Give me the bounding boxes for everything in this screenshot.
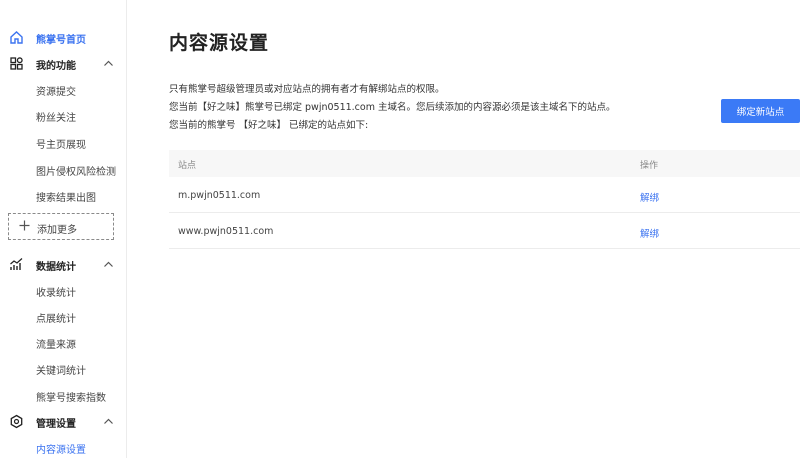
sidebar-item-homepage-display[interactable]: 号主页展现: [36, 136, 86, 151]
table-row: m.pwjn0511.com 解绑: [169, 177, 800, 213]
column-header-action: 操作: [640, 161, 659, 171]
home-icon: [9, 30, 24, 45]
sidebar-group-label: 管理设置: [36, 419, 76, 430]
chevron-up-icon[interactable]: [103, 58, 114, 69]
table-header: 站点 操作: [169, 150, 800, 177]
description-line: 只有熊掌号超级管理员或对应站点的拥有者才有解绑站点的权限。: [169, 84, 445, 95]
sidebar-group-label: 数据统计: [36, 262, 76, 273]
settings-hexagon-icon: [9, 414, 24, 429]
chevron-up-icon[interactable]: [103, 416, 114, 427]
sidebar-group-statistics[interactable]: 数据统计: [0, 255, 126, 275]
sidebar-item-image-infringement[interactable]: 图片侵权风险检测: [36, 163, 116, 178]
main-content: 内容源设置 只有熊掌号超级管理员或对应站点的拥有者才有解绑站点的权限。 您当前【…: [127, 0, 800, 458]
sidebar-group-management[interactable]: 管理设置: [0, 412, 126, 432]
sidebar-item-fans[interactable]: 粉丝关注: [36, 109, 76, 124]
sidebar: 熊掌号首页 我的功能 资源提交 粉丝关注 号主页展现 图片侵权风险检测 搜索结果…: [0, 0, 127, 458]
bind-new-site-button[interactable]: 绑定新站点: [721, 99, 800, 123]
sidebar-group-label: 我的功能: [36, 61, 76, 72]
site-domain: www.pwjn0511.com: [178, 226, 274, 237]
sidebar-item-resource-submit[interactable]: 资源提交: [36, 83, 76, 98]
sidebar-item-search-images[interactable]: 搜索结果出图: [36, 189, 96, 204]
chart-icon: [9, 257, 24, 272]
table-row: www.pwjn0511.com 解绑: [169, 213, 800, 249]
sidebar-item-home[interactable]: 熊掌号首页: [0, 28, 126, 48]
site-domain: m.pwjn0511.com: [178, 190, 261, 201]
unbind-link[interactable]: 解绑: [640, 190, 659, 204]
add-more-button[interactable]: 添加更多: [8, 213, 114, 240]
sites-table: 站点 操作 m.pwjn0511.com 解绑 www.pwjn0511.com…: [169, 150, 800, 249]
chevron-up-icon[interactable]: [103, 259, 114, 270]
sidebar-item-label: 熊掌号首页: [36, 35, 86, 46]
apps-grid-icon: [9, 56, 24, 71]
sidebar-item-content-source-settings[interactable]: 内容源设置: [36, 441, 86, 456]
unbind-link[interactable]: 解绑: [640, 226, 659, 240]
sidebar-group-my-functions[interactable]: 我的功能: [0, 54, 126, 74]
description-line: 您当前的熊掌号 【好之味】 已绑定的站点如下:: [169, 120, 369, 131]
sidebar-item-keyword-stats[interactable]: 关键词统计: [36, 362, 86, 377]
sidebar-item-traffic-source[interactable]: 流量来源: [36, 336, 76, 351]
column-header-site: 站点: [178, 161, 197, 171]
description-line: 您当前【好之味】熊掌号已绑定 pwjn0511.com 主域名。您后续添加的内容…: [169, 102, 616, 113]
sidebar-item-index-stats[interactable]: 收录统计: [36, 284, 76, 299]
page-title: 内容源设置: [169, 32, 270, 54]
sidebar-item-search-index[interactable]: 熊掌号搜索指数: [36, 389, 106, 404]
sidebar-item-click-display-stats[interactable]: 点展统计: [36, 310, 76, 325]
plus-icon: [19, 220, 30, 231]
add-more-label: 添加更多: [37, 225, 77, 236]
